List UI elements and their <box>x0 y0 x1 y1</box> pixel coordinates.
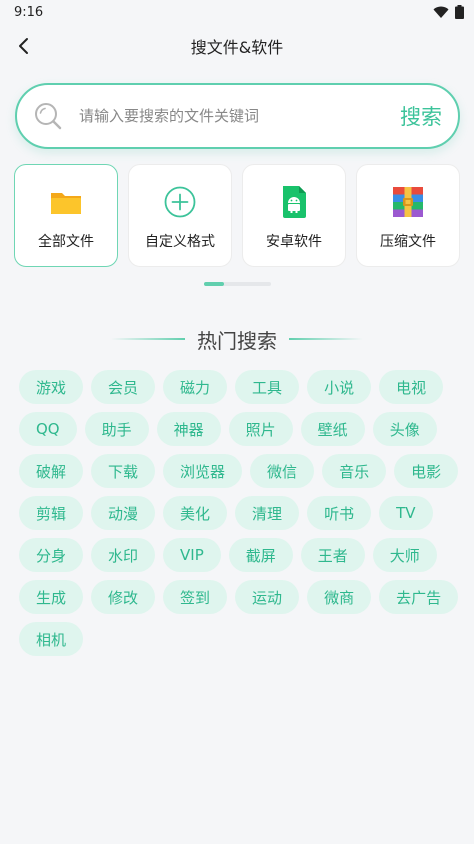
hot-search-tag[interactable]: 签到 <box>163 580 228 614</box>
wifi-icon <box>433 6 449 18</box>
hot-search-tag[interactable]: 截屏 <box>228 538 293 572</box>
back-button[interactable] <box>8 30 40 62</box>
hot-search-tag[interactable]: 微信 <box>250 454 315 488</box>
hot-search-tag[interactable]: 分身 <box>19 538 84 572</box>
search-input[interactable] <box>79 107 392 125</box>
hot-search-tag[interactable]: 工具 <box>235 370 300 404</box>
hot-search-tag[interactable]: 生成 <box>19 580 84 614</box>
page-indicator <box>204 282 271 286</box>
hot-search-tag[interactable]: 会员 <box>91 370 156 404</box>
hot-search-tag[interactable]: 头像 <box>372 412 437 446</box>
hot-search-tag[interactable]: 壁纸 <box>300 412 365 446</box>
hot-search-tag[interactable]: 去广告 <box>379 580 459 614</box>
hot-search-tag[interactable]: 运动 <box>235 580 300 614</box>
hot-search-tag[interactable]: 音乐 <box>322 454 387 488</box>
category-custom-format[interactable]: 自定义格式 <box>128 164 232 267</box>
folder-icon <box>51 193 81 214</box>
hot-search-tag[interactable]: 清理 <box>235 496 300 530</box>
page-title: 搜文件&软件 <box>190 38 284 57</box>
archive-icon <box>393 187 423 217</box>
hot-search-tag[interactable]: 下载 <box>91 454 156 488</box>
hot-search-tag[interactable]: QQ <box>19 412 77 446</box>
hot-search-tag[interactable]: 大师 <box>372 538 437 572</box>
category-archives[interactable]: 压缩文件 <box>356 164 460 267</box>
divider-left <box>111 338 185 340</box>
back-arrow-icon <box>19 38 28 54</box>
hot-search-tag[interactable]: 听书 <box>307 496 372 530</box>
category-label: 自定义格式 <box>145 234 215 250</box>
hot-search-tag[interactable]: 动漫 <box>91 496 156 530</box>
hot-search-tag[interactable]: 电影 <box>394 454 459 488</box>
hot-search-title: 热门搜索 <box>197 328 277 353</box>
hot-search-tag[interactable]: 剪辑 <box>19 496 84 530</box>
status-icons <box>433 5 464 19</box>
android-icon <box>283 186 306 218</box>
search-icon <box>35 103 62 130</box>
status-time: 9:16 <box>14 4 44 20</box>
search-button[interactable]: 搜索 <box>400 101 442 131</box>
hot-search-tag[interactable]: 助手 <box>84 412 149 446</box>
hot-search-tag[interactable]: 神器 <box>156 412 221 446</box>
battery-icon <box>455 5 464 19</box>
hot-search-tag[interactable]: 水印 <box>91 538 156 572</box>
search-bar: 搜索 <box>15 83 460 149</box>
header: 搜文件&软件 <box>0 24 474 68</box>
category-label: 压缩文件 <box>380 234 436 250</box>
category-label: 安卓软件 <box>266 234 322 250</box>
hot-search-tag[interactable]: 修改 <box>91 580 156 614</box>
hot-search-tag[interactable]: 电视 <box>379 370 444 404</box>
hot-search-header: 热门搜索 <box>0 322 474 356</box>
hot-search-tag[interactable]: 微商 <box>307 580 372 614</box>
hot-search-tag[interactable]: 浏览器 <box>163 454 243 488</box>
hot-search-tag[interactable]: VIP <box>163 538 221 572</box>
hot-search-tag[interactable]: 小说 <box>307 370 372 404</box>
hot-search-tag[interactable]: 照片 <box>228 412 293 446</box>
category-row: 全部文件 自定义格式 安卓软件 压缩文件 <box>14 164 460 268</box>
status-bar: 9:16 <box>0 0 474 24</box>
hot-search-tag[interactable]: 相机 <box>19 622 84 656</box>
hot-search-tag[interactable]: 王者 <box>300 538 365 572</box>
hot-search-tag[interactable]: 游戏 <box>19 370 84 404</box>
hot-search-tag[interactable]: 磁力 <box>163 370 228 404</box>
category-all-files[interactable]: 全部文件 <box>14 164 118 267</box>
hot-search-tag[interactable]: 美化 <box>163 496 228 530</box>
hot-search-tag[interactable]: TV <box>379 496 433 530</box>
hot-search-tags: 游戏 会员 磁力 工具 小说 电视 QQ 助手 神器 照片 壁纸 头像破解 下载 浏览器 微信 音乐 电影剪辑动… <box>19 370 459 656</box>
hot-search-tag[interactable]: 破解 <box>19 454 84 488</box>
category-label: 全部文件 <box>38 234 94 250</box>
page-indicator-active <box>204 282 224 286</box>
plus-circle-icon <box>164 186 196 218</box>
divider-right <box>289 338 363 340</box>
category-android-apps[interactable]: 安卓软件 <box>242 164 346 267</box>
